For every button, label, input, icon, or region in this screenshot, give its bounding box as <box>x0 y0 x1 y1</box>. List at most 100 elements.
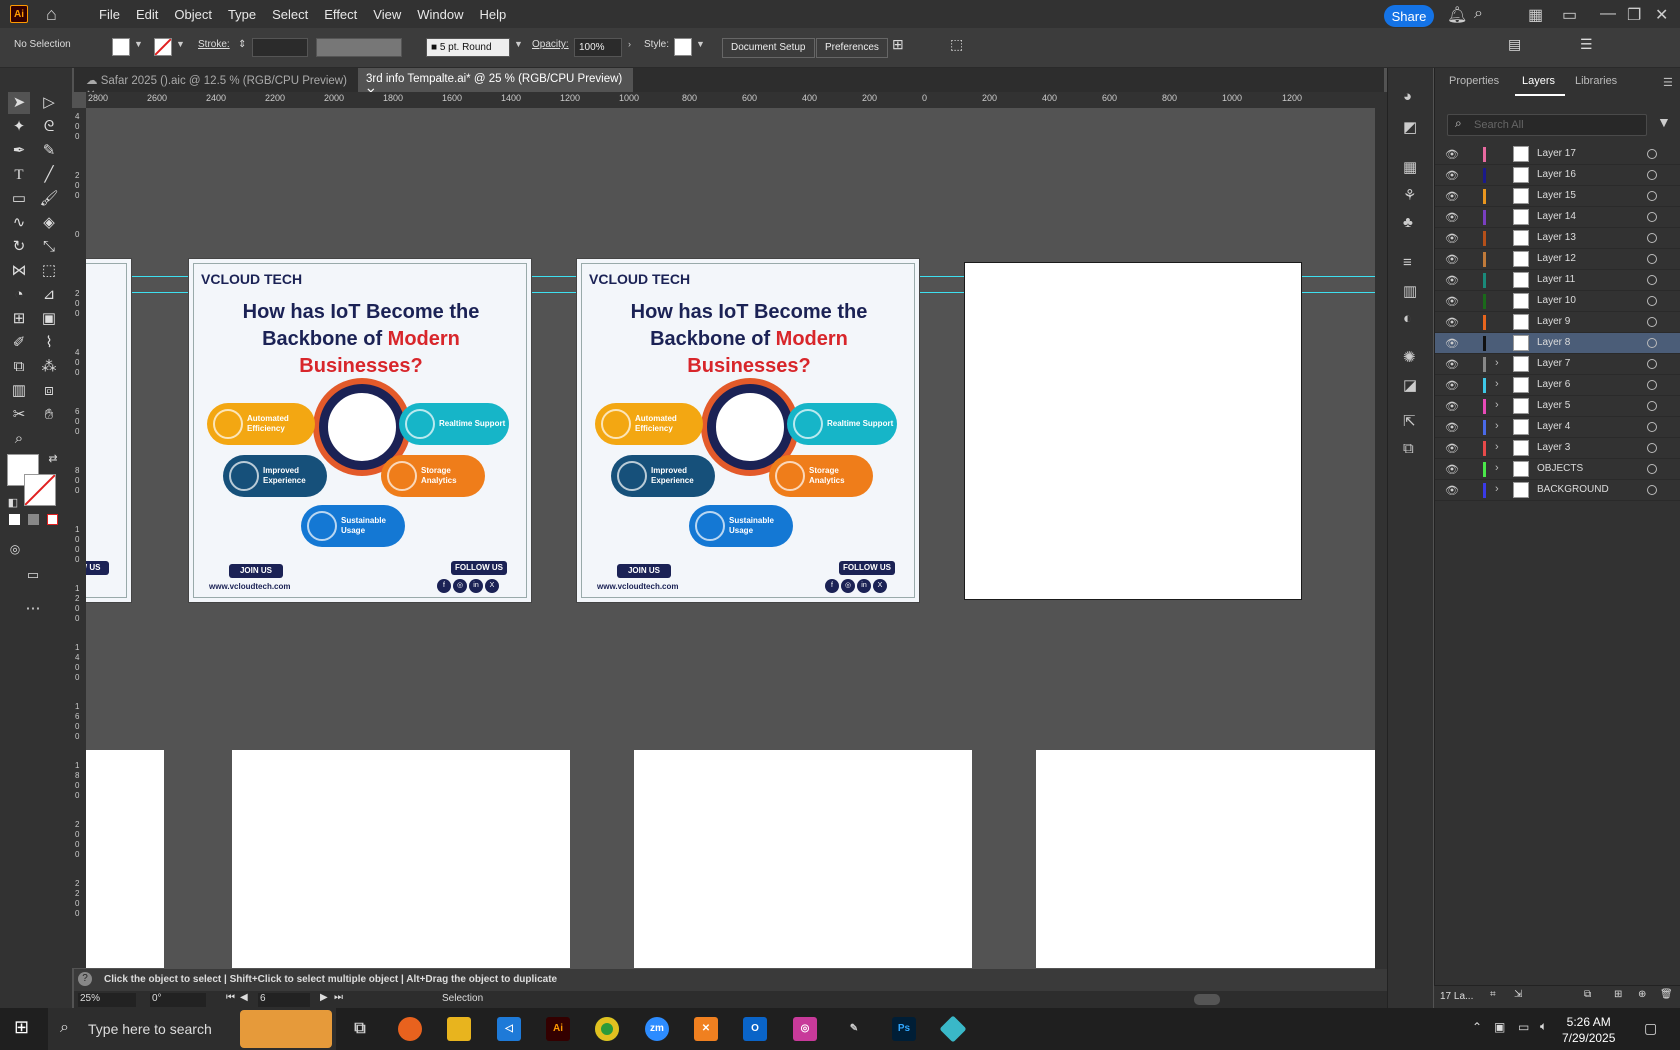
style-swatch[interactable] <box>674 38 692 56</box>
swatches-icon[interactable]: ▦ <box>1403 158 1421 176</box>
hand-tool-icon[interactable]: ✋︎ <box>38 404 60 426</box>
layer-row[interactable]: 👁︎ › Layer 5 <box>1435 396 1680 417</box>
chevron-right-icon[interactable]: › <box>1495 378 1499 390</box>
scale-tool-icon[interactable]: ⤡ <box>38 236 60 258</box>
layer-row[interactable]: 👁︎ Layer 11 <box>1435 270 1680 291</box>
vertical-scrollbar[interactable] <box>1375 92 1387 992</box>
draw-normal-icon[interactable]: ◎ <box>4 538 26 560</box>
visibility-eye-icon[interactable]: 👁︎ <box>1445 253 1459 266</box>
chevron-down-icon[interactable]: ▼ <box>176 39 185 49</box>
menu-file[interactable]: File <box>91 7 128 22</box>
menu-view[interactable]: View <box>365 7 409 22</box>
rotate-tool-icon[interactable]: ↻ <box>8 236 30 258</box>
selection-tool-icon[interactable]: ➤ <box>8 92 30 114</box>
gradient-icon[interactable]: ▥ <box>1403 282 1421 300</box>
outlook-icon[interactable]: O <box>743 1017 767 1041</box>
volume-icon[interactable]: 🔈︎ <box>1540 1019 1547 1034</box>
layer-row[interactable]: 👁︎ › Layer 4 <box>1435 417 1680 438</box>
visibility-eye-icon[interactable]: 👁︎ <box>1445 400 1459 413</box>
visibility-eye-icon[interactable]: 👁︎ <box>1445 232 1459 245</box>
target-icon[interactable] <box>1647 317 1657 327</box>
visibility-eye-icon[interactable]: 👁︎ <box>1445 358 1459 371</box>
previous-artboard-icon[interactable]: ◀ <box>240 992 248 1003</box>
layer-row[interactable]: 👁︎ Layer 14 <box>1435 207 1680 228</box>
layer-name[interactable]: Layer 6 <box>1537 379 1570 390</box>
artboard-empty[interactable] <box>964 262 1302 600</box>
stroke-stepper-icon[interactable]: ⇕ <box>238 39 246 50</box>
visibility-eye-icon[interactable]: 👁︎ <box>1445 484 1459 497</box>
layer-name[interactable]: Layer 14 <box>1537 211 1576 222</box>
restore-icon[interactable]: ❐ <box>1627 5 1641 25</box>
artboards-icon[interactable]: ⧉ <box>1403 440 1421 458</box>
visibility-eye-icon[interactable]: 👁︎ <box>1445 316 1459 329</box>
chevron-right-icon[interactable]: › <box>1495 462 1499 474</box>
layer-row[interactable]: 👁︎ Layer 8 <box>1435 333 1680 354</box>
lasso-tool-icon[interactable]: ᘓ <box>38 116 60 138</box>
status-mode[interactable]: Selection <box>442 993 483 1004</box>
perspective-grid-tool-icon[interactable]: ⊿ <box>38 284 60 306</box>
creative-cloud-icon[interactable]: ◎ <box>793 1017 817 1041</box>
layer-name[interactable]: Layer 10 <box>1537 295 1576 306</box>
stroke-weight-field[interactable] <box>252 38 308 57</box>
canvas[interactable]: W US VCLOUD TECH How has IoT Become the … <box>86 108 1375 968</box>
stroke-swatch[interactable] <box>154 38 172 56</box>
file-explorer-icon[interactable] <box>447 1017 471 1041</box>
chevron-right-icon[interactable]: › <box>1495 399 1499 411</box>
variable-width-profile[interactable] <box>316 38 402 57</box>
target-icon[interactable] <box>1647 464 1657 474</box>
menu-window[interactable]: Window <box>409 7 471 22</box>
network-icon[interactable]: ▭ <box>1518 1020 1529 1034</box>
artboard-empty[interactable] <box>232 750 570 968</box>
layer-row[interactable]: 👁︎ › Layer 6 <box>1435 375 1680 396</box>
more-tools-icon[interactable]: ⋯ <box>22 598 44 620</box>
align-icon[interactable]: ⊞ <box>892 36 904 53</box>
firefox-icon[interactable] <box>398 1017 422 1041</box>
layer-name[interactable]: BACKGROUND <box>1537 484 1609 495</box>
menu-edit[interactable]: Edit <box>128 7 166 22</box>
chrome-icon[interactable] <box>595 1017 619 1041</box>
visibility-eye-icon[interactable]: 👁︎ <box>1445 211 1459 224</box>
pen-tool-icon[interactable]: ✒ <box>8 140 30 162</box>
horizontal-scrollbar-thumb[interactable] <box>1194 994 1220 1005</box>
magic-wand-tool-icon[interactable]: ✦ <box>8 116 30 138</box>
appearance-icon[interactable]: ✺ <box>1403 348 1421 366</box>
target-icon[interactable] <box>1647 359 1657 369</box>
visibility-eye-icon[interactable]: 👁︎ <box>1445 379 1459 392</box>
layer-name[interactable]: Layer 15 <box>1537 190 1576 201</box>
gradient-mode-icon[interactable] <box>28 514 39 525</box>
next-artboard-icon[interactable]: ▶ <box>320 992 328 1003</box>
layer-row[interactable]: 👁︎ › Layer 7 <box>1435 354 1680 375</box>
target-icon[interactable] <box>1647 443 1657 453</box>
measure-tool-icon[interactable]: ⌇ <box>38 332 60 354</box>
artboard-field[interactable]: 6 <box>258 993 310 1007</box>
target-icon[interactable] <box>1647 254 1657 264</box>
layer-row[interactable]: 👁︎ Layer 17 <box>1435 144 1680 165</box>
target-icon[interactable] <box>1647 401 1657 411</box>
notifications-icon[interactable]: ▢ <box>1644 1020 1657 1037</box>
visibility-eye-icon[interactable]: 👁︎ <box>1445 148 1459 161</box>
rectangle-tool-icon[interactable]: ▭ <box>8 188 30 210</box>
app-icon[interactable] <box>939 1015 967 1043</box>
layer-name[interactable]: Layer 4 <box>1537 421 1570 432</box>
target-icon[interactable] <box>1647 170 1657 180</box>
stroke-label[interactable]: Stroke: <box>198 39 230 50</box>
width-tool-icon[interactable]: ⋈ <box>8 260 30 282</box>
visibility-eye-icon[interactable]: 👁︎ <box>1445 442 1459 455</box>
visibility-eye-icon[interactable]: 👁︎ <box>1445 190 1459 203</box>
stroke-icon[interactable]: ≡ <box>1403 254 1421 272</box>
menu-type[interactable]: Type <box>220 7 264 22</box>
filter-icon[interactable]: ▼ <box>1657 114 1671 130</box>
target-icon[interactable] <box>1647 296 1657 306</box>
tab-safar[interactable]: ☁ Safar 2025 ().aic @ 12.5 % (RGB/CPU Pr… <box>78 68 360 101</box>
chevron-right-icon[interactable]: › <box>1495 441 1499 453</box>
opacity-label[interactable]: Opacity: <box>532 39 569 50</box>
gradient-tool-icon[interactable]: ▣ <box>38 308 60 330</box>
task-view-icon[interactable]: ⧉ <box>348 1017 372 1041</box>
direct-selection-tool-icon[interactable]: ▷ <box>38 92 60 114</box>
opacity-field[interactable]: 100% <box>574 38 622 57</box>
visibility-eye-icon[interactable]: 👁︎ <box>1445 169 1459 182</box>
layer-row[interactable]: 👁︎ › BACKGROUND <box>1435 480 1680 501</box>
layer-row[interactable]: 👁︎ Layer 15 <box>1435 186 1680 207</box>
export-icon[interactable]: ⇱ <box>1403 412 1421 430</box>
target-icon[interactable] <box>1647 380 1657 390</box>
